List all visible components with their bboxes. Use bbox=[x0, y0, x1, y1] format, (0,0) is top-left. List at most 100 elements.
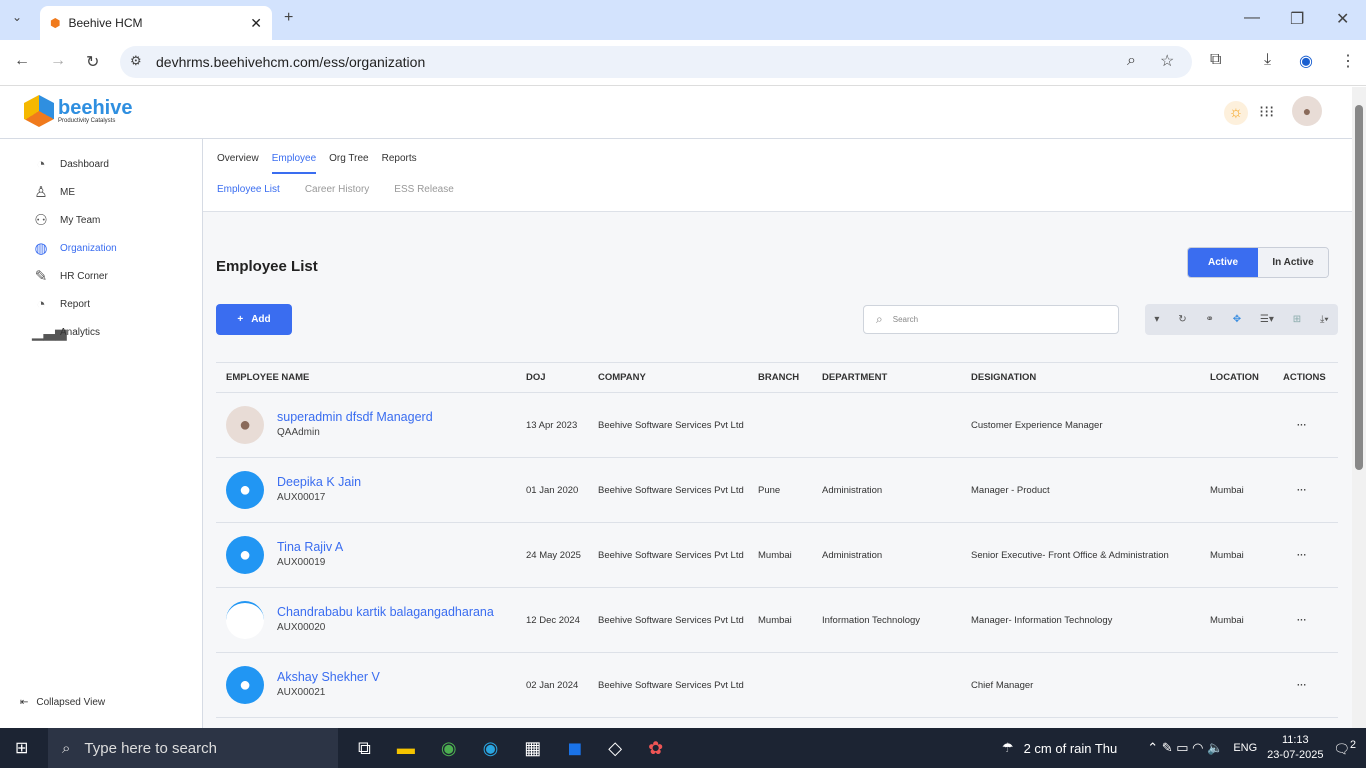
store-icon[interactable]: ▦ bbox=[524, 738, 541, 759]
sidebar-item-report[interactable]: ◔ Report bbox=[0, 290, 202, 318]
edit-icon: ✎ bbox=[34, 268, 48, 285]
app-icon-2[interactable]: ✿ bbox=[648, 738, 663, 759]
weather-text[interactable]: 2 cm of rain Thu bbox=[1024, 741, 1118, 756]
subtab-career-history[interactable]: Career History bbox=[305, 184, 369, 195]
task-view-icon[interactable]: ⧉ bbox=[358, 738, 371, 759]
filter-dropdown-icon[interactable]: ▾ bbox=[1154, 314, 1159, 325]
actions-menu-button[interactable]: ··· bbox=[1273, 457, 1338, 523]
notification-icon[interactable]: 🗨2 bbox=[1333, 739, 1356, 757]
employee-name-link[interactable]: Tina Rajiv A bbox=[277, 540, 343, 555]
profile-icon[interactable]: ◉ bbox=[1299, 51, 1313, 71]
sidebar-item-organization[interactable]: ◍ Organization bbox=[0, 234, 202, 262]
tab-overview[interactable]: Overview bbox=[217, 153, 259, 174]
employee-cell: ● Tina Rajiv A AUX00019 bbox=[216, 522, 516, 588]
header-location[interactable]: LOCATION bbox=[1200, 362, 1273, 393]
table-row[interactable]: ● superadmin dfsdf Managerd QAAdmin 13 Apr… bbox=[216, 392, 1338, 458]
refresh-icon[interactable]: ↻ bbox=[1178, 314, 1186, 325]
forward-icon[interactable]: → bbox=[50, 52, 66, 70]
chrome-icon[interactable]: ◉ bbox=[441, 738, 457, 759]
taskbar-search[interactable]: ⌕ Type here to search bbox=[48, 728, 338, 768]
bookmark-star-icon[interactable]: ☆ bbox=[1160, 51, 1174, 71]
tab-list-icon[interactable]: ⌄ bbox=[12, 10, 22, 24]
header-employee-name[interactable]: EMPLOYEE NAME bbox=[216, 362, 516, 393]
header-designation[interactable]: DESIGNATION bbox=[961, 362, 1200, 393]
table-row[interactable]: ● Deepika K Jain AUX00017 01 Jan 2020 Beeh… bbox=[216, 457, 1338, 523]
beehive-logo[interactable]: beehive Productivity Catalysts bbox=[24, 95, 132, 127]
header-company[interactable]: COMPANY bbox=[588, 362, 748, 393]
sidebar-item-hr-corner[interactable]: ✎ HR Corner bbox=[0, 262, 202, 290]
close-tab-icon[interactable]: ✕ bbox=[250, 15, 262, 32]
sidebar-item-analytics[interactable]: ▁▃▅ Analytics bbox=[0, 318, 202, 346]
sidebar-item-me[interactable]: ♙ ME bbox=[0, 178, 202, 206]
download-icon[interactable]: ⤓ bbox=[1264, 51, 1271, 69]
link-icon[interactable]: ⚭ bbox=[1205, 314, 1213, 325]
subtab-employee-list[interactable]: Employee List bbox=[217, 184, 280, 195]
table-row[interactable]: ● Tina Rajiv A AUX00019 24 May 2025 Beehiv… bbox=[216, 522, 1338, 588]
header-doj[interactable]: DOJ bbox=[516, 362, 588, 393]
edge-icon[interactable]: ◉ bbox=[483, 738, 499, 759]
browser-tab[interactable]: ⬢ Beehive HCM ✕ bbox=[40, 6, 272, 40]
reload-icon[interactable]: ↻ bbox=[86, 52, 99, 72]
site-settings-icon[interactable]: ⚙ bbox=[130, 53, 142, 69]
employee-name-link[interactable]: Chandrababu kartik balagangadharana bbox=[277, 605, 494, 620]
header-department[interactable]: DEPARTMENT bbox=[812, 362, 961, 393]
page-scrollbar[interactable] bbox=[1352, 87, 1366, 728]
language-indicator[interactable]: ENG bbox=[1233, 742, 1257, 754]
tab-org-tree[interactable]: Org Tree bbox=[329, 153, 368, 174]
zoom-icon[interactable]: ⌕ bbox=[1127, 52, 1136, 70]
doj-cell: 01 Jan 2020 bbox=[516, 457, 588, 523]
windows-start-icon[interactable]: ⊞ bbox=[15, 738, 28, 758]
inactive-toggle-button[interactable]: In Active bbox=[1258, 248, 1328, 277]
sidebar-item-dashboard[interactable]: ◔ Dashboard bbox=[0, 150, 202, 178]
close-window-icon[interactable]: ✕ bbox=[1336, 9, 1349, 29]
app-icon[interactable]: ◇ bbox=[608, 738, 622, 759]
move-icon[interactable]: ✥ bbox=[1233, 314, 1241, 325]
search-input[interactable]: ⌕ Search bbox=[863, 305, 1119, 334]
subtab-ess-release[interactable]: ESS Release bbox=[394, 184, 453, 195]
team-icon: ⚇ bbox=[34, 212, 48, 229]
sidebar-item-my-team[interactable]: ⚇ My Team bbox=[0, 206, 202, 234]
header-branch[interactable]: BRANCH bbox=[748, 362, 812, 393]
file-explorer-icon[interactable]: ▬ bbox=[397, 738, 415, 759]
designation-cell: Manager- Information Technology bbox=[961, 587, 1200, 653]
user-avatar[interactable]: ● bbox=[1292, 96, 1322, 126]
actions-menu-button[interactable]: ··· bbox=[1273, 522, 1338, 588]
url-input[interactable]: devhrms.beehivehcm.com/ess/organization bbox=[120, 46, 1192, 78]
org-nav: Overview Employee Org Tree Reports Emplo… bbox=[203, 139, 1352, 212]
designation-cell: Senior Executive- Front Office & Adminis… bbox=[961, 522, 1200, 588]
employee-cell: Chandrababu kartik balagangadharana AUX00… bbox=[216, 587, 516, 653]
apps-grid-icon[interactable]: ⁝⁝⁝ bbox=[1259, 102, 1274, 122]
employee-name-link[interactable]: superadmin dfsdf Managerd bbox=[277, 410, 433, 425]
employee-name-link[interactable]: Akshay Shekher V bbox=[277, 670, 380, 685]
collapsed-view-button[interactable]: ⇤ Collapsed View bbox=[20, 697, 105, 708]
export-download-icon[interactable]: ⤓▾ bbox=[1320, 314, 1329, 325]
tab-employee[interactable]: Employee bbox=[271, 153, 317, 174]
add-employee-button[interactable]: + Add bbox=[216, 304, 292, 335]
designation-cell: Chief Manager bbox=[961, 652, 1200, 718]
active-toggle-button[interactable]: Active bbox=[1188, 248, 1258, 277]
actions-menu-button[interactable]: ··· bbox=[1273, 392, 1338, 458]
location-cell bbox=[1200, 392, 1273, 458]
department-cell: Administration bbox=[812, 522, 961, 588]
search-placeholder: Search bbox=[892, 315, 919, 324]
minimize-icon[interactable]: — bbox=[1244, 9, 1260, 27]
branch-cell: Mumbai bbox=[748, 587, 812, 653]
clock[interactable]: 11:13 23-07-2025 bbox=[1267, 733, 1323, 763]
tab-reports[interactable]: Reports bbox=[382, 153, 417, 174]
maximize-icon[interactable]: ❐ bbox=[1290, 9, 1304, 29]
actions-menu-button[interactable]: ··· bbox=[1273, 652, 1338, 718]
outlook-icon[interactable]: ◼ bbox=[567, 738, 582, 759]
new-tab-icon[interactable]: + bbox=[284, 9, 293, 27]
table-row[interactable]: ● Akshay Shekher V AUX00021 02 Jan 2024 Be… bbox=[216, 652, 1338, 718]
back-icon[interactable]: ← bbox=[14, 52, 30, 70]
grid-view-icon[interactable]: ⊞ bbox=[1293, 314, 1301, 325]
theme-toggle-sun-icon[interactable]: ☼ bbox=[1224, 101, 1248, 125]
table-row[interactable]: Chandrababu kartik balagangadharana AUX00… bbox=[216, 587, 1338, 653]
actions-menu-button[interactable]: ··· bbox=[1273, 587, 1338, 653]
employee-name-link[interactable]: Deepika K Jain bbox=[277, 475, 361, 490]
list-columns-icon[interactable]: ☰▾ bbox=[1260, 314, 1274, 325]
tray-icons[interactable]: ⌃ ✎ ▭ ◠ 🔈 bbox=[1147, 740, 1223, 756]
extensions-icon[interactable]: ⧉ bbox=[1210, 51, 1221, 69]
search-icon: ⌕ bbox=[876, 312, 883, 326]
menu-icon[interactable]: ⋮ bbox=[1340, 51, 1356, 71]
